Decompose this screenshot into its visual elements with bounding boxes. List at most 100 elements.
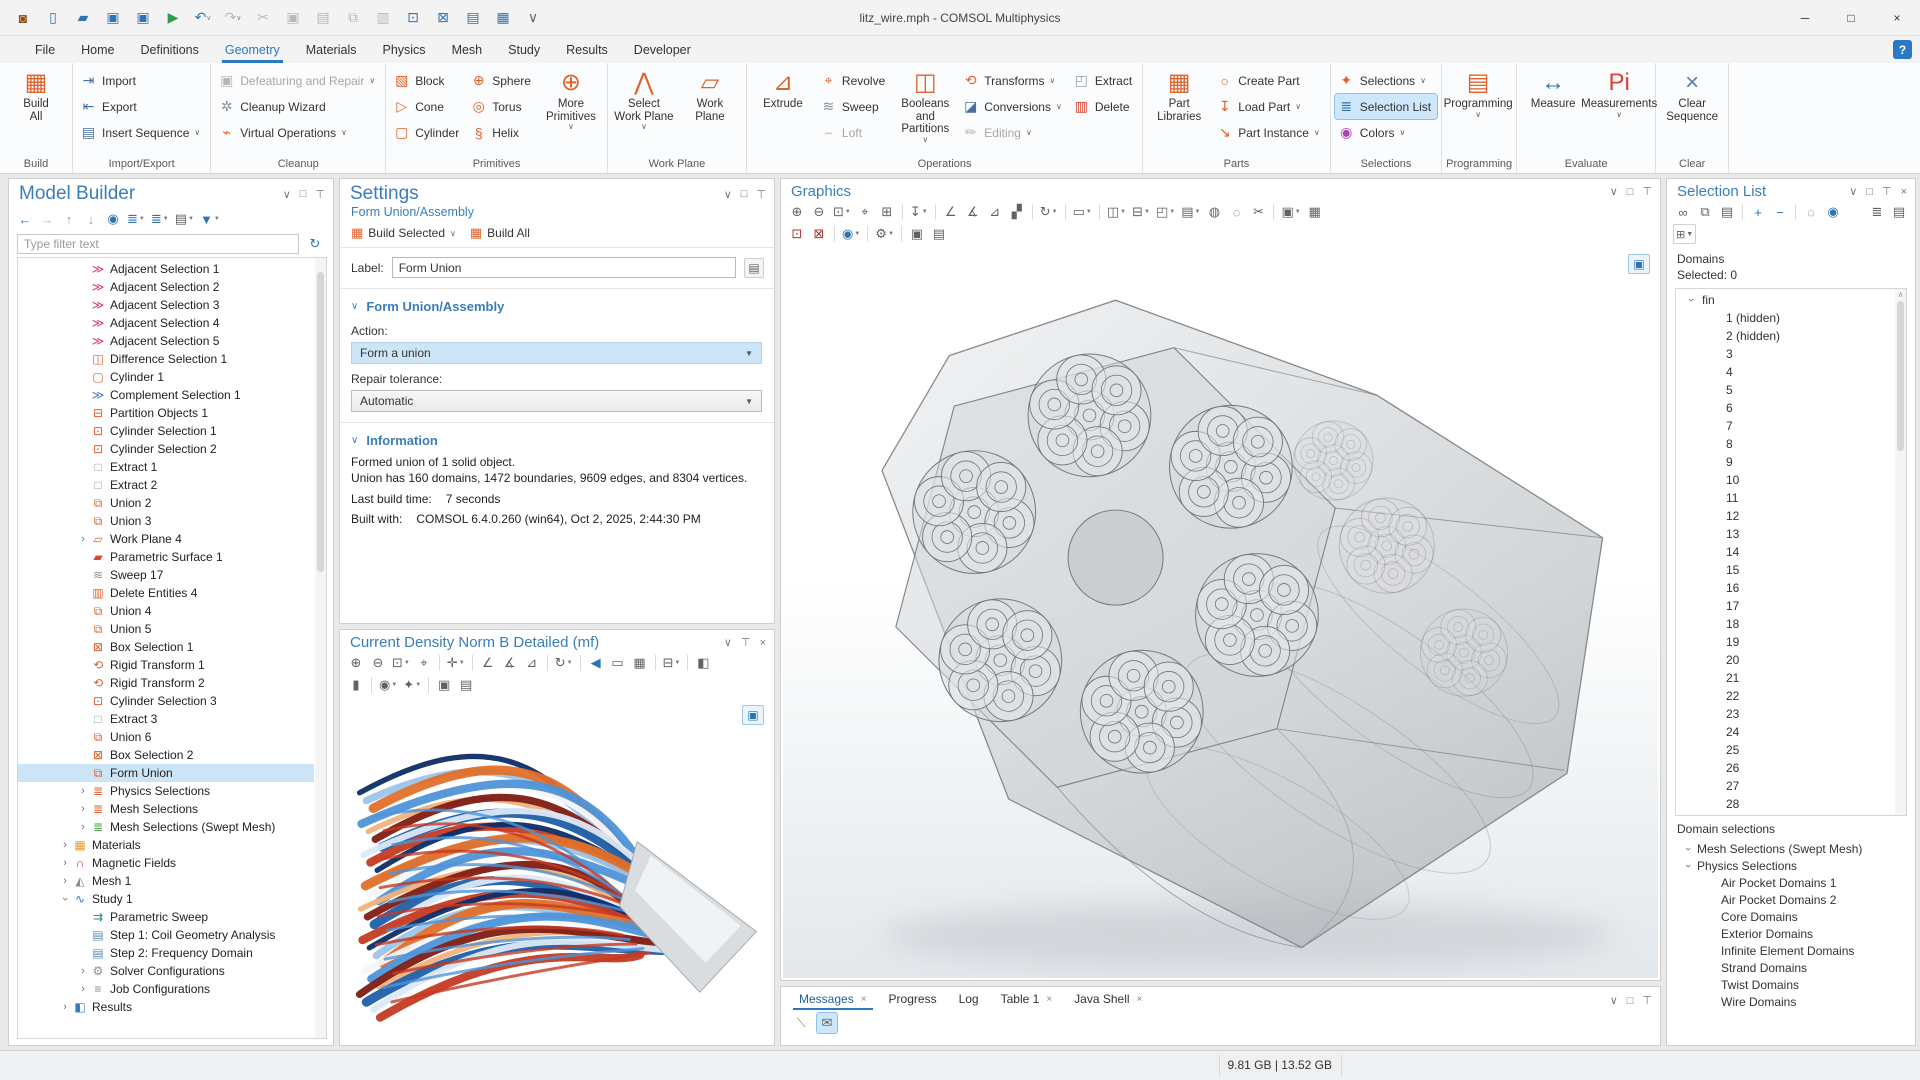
panel-pin-icon[interactable]: ⊤ — [756, 188, 766, 201]
domain-item[interactable]: 6 — [1676, 399, 1894, 417]
tree-item-work-plane-4[interactable]: ›▱Work Plane 4 — [18, 530, 314, 548]
new-window-icon[interactable]: ◰▼ — [1154, 202, 1177, 222]
selection-group-mesh-selections-swept-mesh[interactable]: ›Mesh Selections (Swept Mesh) — [1675, 840, 1907, 857]
collapsed-chevron-icon[interactable]: › — [76, 785, 90, 797]
section-icon[interactable]: ▞ — [1007, 202, 1027, 222]
measure-x-icon[interactable]: ∠ — [941, 202, 961, 222]
snapshot-icon[interactable]: ▣ — [434, 675, 454, 695]
domain-item[interactable]: 4 — [1676, 363, 1894, 381]
tree-item-rigid-transform-1[interactable]: ⟲Rigid Transform 1 — [18, 656, 314, 674]
open-file-icon[interactable]: ▰ — [70, 6, 96, 30]
close-tab-icon[interactable]: × — [1046, 994, 1052, 1005]
scene-light-icon[interactable]: ✦▼ — [401, 675, 423, 695]
tree-item-cylinder-1[interactable]: ▢Cylinder 1 — [18, 368, 314, 386]
plot-image-icon[interactable]: ▣▼ — [1279, 202, 1302, 222]
tree-item-mesh-1[interactable]: ›◭Mesh 1 — [18, 872, 314, 890]
domain-item[interactable]: 5 — [1676, 381, 1894, 399]
menu-file[interactable]: File — [22, 36, 68, 63]
panel-float-icon[interactable]: □ — [741, 188, 748, 200]
selection-group-physics-selections[interactable]: ›Physics Selections — [1675, 857, 1907, 874]
play-icon[interactable]: ◀ — [586, 653, 606, 673]
ribbon-block[interactable]: ▧Block — [390, 68, 465, 93]
tree-item-adjacent-selection-5[interactable]: ≫Adjacent Selection 5 — [18, 332, 314, 350]
graphics-image-icon[interactable]: ▣ — [1628, 254, 1650, 274]
copy-selection-icon[interactable]: ⧉ — [1695, 202, 1715, 222]
print-icon[interactable]: ▤ — [929, 224, 949, 244]
menu-definitions[interactable]: Definitions — [128, 36, 212, 63]
tree-item-mesh-selections-swept-mesh[interactable]: ›≣Mesh Selections (Swept Mesh) — [18, 818, 314, 836]
ribbon-defeaturing-and-repair[interactable]: ▣Defeaturing and Repair∨ — [215, 68, 381, 93]
selection-filter-dropdown[interactable]: ⊞▼ — [1673, 224, 1696, 244]
rename-icon[interactable]: ▤ — [744, 258, 764, 278]
zoom-extents-icon[interactable]: ⌖ — [414, 653, 434, 673]
selection-item-exterior-domains[interactable]: Exterior Domains — [1675, 925, 1907, 942]
app-logo-icon[interactable]: ◙ — [10, 6, 36, 30]
tab-log[interactable]: Log — [949, 989, 989, 1010]
measure-y-icon[interactable]: ∡ — [500, 653, 520, 673]
tree-item-study-1[interactable]: ›∿Study 1 — [18, 890, 314, 908]
report-icon[interactable]: ▤ — [460, 6, 486, 30]
cut-icon[interactable]: ✂ — [250, 6, 276, 30]
zoom-box-icon[interactable]: ⊡▼ — [390, 653, 412, 673]
ribbon-sphere[interactable]: ⊕Sphere — [467, 68, 537, 93]
ribbon-part-instance[interactable]: ↘Part Instance∨ — [1213, 120, 1326, 145]
move-up-icon[interactable]: ↑ — [59, 209, 79, 229]
tree-item-complement-selection-1[interactable]: ≫Complement Selection 1 — [18, 386, 314, 404]
build-selected-button[interactable]: ▦ Build Selected ∨ — [351, 225, 456, 241]
tree-item-union-4[interactable]: ⧉Union 4 — [18, 602, 314, 620]
panel-collapse-icon[interactable]: ∨ — [1849, 185, 1857, 198]
redo-icon[interactable]: ↷∨ — [220, 6, 246, 30]
menu-study[interactable]: Study — [495, 36, 553, 63]
selection-item-infinite-element-domains[interactable]: Infinite Element Domains — [1675, 942, 1907, 959]
measure-z-icon[interactable]: ⊿ — [985, 202, 1005, 222]
clip-icon[interactable]: ✂ — [1248, 202, 1268, 222]
ribbon-virtual-operations[interactable]: ⌁Virtual Operations∨ — [215, 120, 381, 145]
close-tab-icon[interactable]: × — [1137, 994, 1143, 1005]
split-view-icon[interactable]: ◧ — [693, 653, 713, 673]
tree-item-solver-configurations[interactable]: ›⚙Solver Configurations — [18, 962, 314, 980]
expand-all-icon[interactable]: ≣▼ — [125, 209, 147, 229]
tree-item-step-1-coil-geometry-analysis[interactable]: ▤Step 1: Coil Geometry Analysis — [18, 926, 314, 944]
frame-icon[interactable]: ▭ — [608, 653, 628, 673]
ribbon-measurements[interactable]: PiMeasurements∨ — [1587, 66, 1651, 156]
ribbon-colors[interactable]: ◉Colors∨ — [1335, 120, 1437, 145]
domain-item[interactable]: 28 — [1676, 795, 1894, 813]
undo-icon[interactable]: ↶∨ — [190, 6, 216, 30]
minimize-button[interactable]: ─ — [1782, 0, 1828, 36]
zoom-in-icon[interactable]: ⊕ — [346, 653, 366, 673]
ribbon-selection-list[interactable]: ≣Selection List — [1335, 94, 1437, 119]
paste-selection-icon[interactable]: ▤ — [1717, 202, 1737, 222]
model-tree-scrollbar[interactable] — [315, 258, 326, 1038]
collapsed-chevron-icon[interactable]: › — [76, 533, 90, 545]
measure-z-icon[interactable]: ⊿ — [522, 653, 542, 673]
plot-image-icon[interactable]: ▣ — [742, 705, 764, 725]
axis-limits-icon[interactable]: ⊞ — [877, 202, 897, 222]
tree-item-extract-3[interactable]: □Extract 3 — [18, 710, 314, 728]
table-icon[interactable]: ▦ — [1305, 202, 1325, 222]
add-selection-icon[interactable]: + — [1748, 202, 1768, 222]
tab-messages[interactable]: Messages× — [789, 989, 877, 1010]
section-form-union[interactable]: ∨Form Union/Assembly — [340, 289, 774, 320]
color-wheel-icon[interactable]: ◉▼ — [840, 224, 862, 244]
model-tree-filter-icon[interactable]: ▼▼ — [198, 209, 222, 229]
color-theme-icon[interactable]: ◉▼ — [377, 675, 399, 695]
domain-item[interactable]: 17 — [1676, 597, 1894, 615]
domain-item[interactable]: 16 — [1676, 579, 1894, 597]
action-select[interactable]: Form a union▼ — [351, 342, 762, 364]
panel-collapse-icon[interactable]: ∨ — [1610, 994, 1618, 1007]
grid-icon[interactable]: ▦ — [630, 653, 650, 673]
show-selected-icon[interactable]: ◉ — [1823, 202, 1843, 222]
selection-item-air-pocket-domains-2[interactable]: Air Pocket Domains 2 — [1675, 891, 1907, 908]
ribbon-measure[interactable]: ↔Measure — [1521, 66, 1585, 156]
zoom-out-icon[interactable]: ⊖ — [809, 202, 829, 222]
domain-item[interactable]: 21 — [1676, 669, 1894, 687]
collapsed-chevron-icon[interactable]: › — [58, 875, 72, 887]
duplicate-icon[interactable]: ⧉ — [340, 6, 366, 30]
domain-item[interactable]: 14 — [1676, 543, 1894, 561]
ribbon-insert-sequence[interactable]: ▤Insert Sequence∨ — [77, 120, 206, 145]
deselect-entities-icon[interactable]: ⊠ — [809, 224, 829, 244]
panel-float-icon[interactable]: □ — [1627, 995, 1634, 1007]
domain-item[interactable]: 3 — [1676, 345, 1894, 363]
ribbon-extrude[interactable]: ⊿Extrude — [751, 66, 815, 156]
domain-item[interactable]: 27 — [1676, 777, 1894, 795]
